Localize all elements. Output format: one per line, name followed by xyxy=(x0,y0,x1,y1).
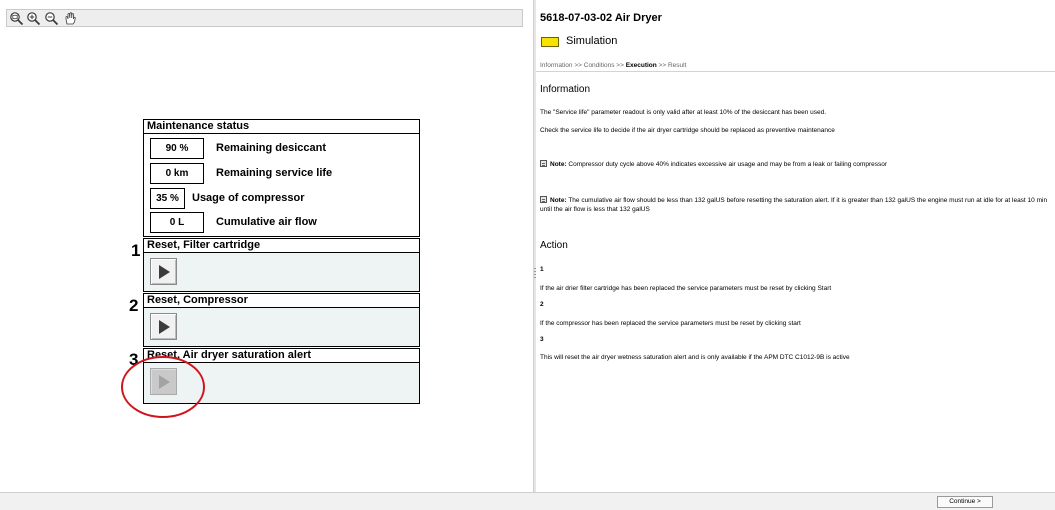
remaining-desiccant-label: Remaining desiccant xyxy=(216,142,327,154)
action-step-number-3: 3 xyxy=(540,336,544,343)
cumulative-air-flow-value: 0 L xyxy=(150,212,204,233)
document-title: 5618-07-03-02 Air Dryer xyxy=(540,12,662,24)
reset-compressor-panel: Reset, Compressor xyxy=(143,293,420,347)
action-step-number-1: 1 xyxy=(540,266,544,273)
breadcrumb-information[interactable]: Information xyxy=(540,62,573,69)
breadcrumb-execution: Execution xyxy=(625,62,657,69)
note-text: The cumulative air flow should be less t… xyxy=(540,197,1048,213)
note-icon xyxy=(540,196,547,203)
reset-filter-cartridge-panel: Reset, Filter cartridge xyxy=(143,238,420,292)
action-heading: Action xyxy=(540,240,568,251)
document-pane: 5618-07-03-02 Air Dryer Simulation Infor… xyxy=(536,0,1055,492)
zoom-fit-icon[interactable] xyxy=(9,11,24,26)
breadcrumb-separator: >> xyxy=(574,62,582,69)
play-icon xyxy=(159,265,170,279)
breadcrumb-divider xyxy=(536,71,1055,72)
maintenance-status-title: Maintenance status xyxy=(144,120,419,134)
reset-compressor-body xyxy=(144,308,419,346)
breadcrumb-result[interactable]: Result xyxy=(668,62,686,69)
zoom-out-icon[interactable] xyxy=(44,11,59,26)
note-label: Note: xyxy=(550,197,567,204)
action-step-text-1: If the air drier filter cartridge has be… xyxy=(540,285,832,292)
breadcrumb-conditions[interactable]: Conditions xyxy=(584,62,615,69)
note-cumulative-air-flow: Note: The cumulative air flow should be … xyxy=(540,196,1054,214)
usage-of-compressor-value: 35 % xyxy=(150,188,185,209)
information-para-1: The "Service life" parameter readout is … xyxy=(540,109,827,116)
play-icon xyxy=(159,320,170,334)
information-heading: Information xyxy=(540,84,591,95)
start-compressor-reset-button[interactable] xyxy=(150,313,177,340)
remaining-service-life-value: 0 km xyxy=(150,163,204,184)
maintenance-status-panel: Maintenance status 90 % Remaining desicc… xyxy=(143,119,420,237)
zoom-in-icon[interactable] xyxy=(26,11,41,26)
simulation-indicator-icon xyxy=(541,37,559,47)
breadcrumb-separator: >> xyxy=(658,62,667,69)
graphics-toolbar xyxy=(6,9,523,27)
note-icon xyxy=(540,160,547,167)
start-filter-cartridge-reset-button[interactable] xyxy=(150,258,177,285)
cumulative-air-flow-label: Cumulative air flow xyxy=(216,216,317,228)
remaining-service-life-label: Remaining service life xyxy=(216,167,333,179)
continue-button[interactable]: Continue > xyxy=(937,496,993,508)
breadcrumb-separator: >> xyxy=(616,62,624,69)
step-number-1: 1 xyxy=(131,241,141,260)
note-compressor-duty: Note: Compressor duty cycle above 40% in… xyxy=(540,160,1054,169)
reset-compressor-title: Reset, Compressor xyxy=(144,294,419,308)
remaining-desiccant-value: 90 % xyxy=(150,138,204,159)
step-number-2: 2 xyxy=(129,296,139,315)
note-text: Compressor duty cycle above 40% indicate… xyxy=(568,161,888,168)
highlight-circle xyxy=(121,356,205,418)
graphics-pane: Maintenance status 90 % Remaining desicc… xyxy=(0,0,533,492)
information-para-2: Check the service life to decide if the … xyxy=(540,127,835,134)
action-step-text-2: If the compressor has been replaced the … xyxy=(540,320,801,327)
bottom-bar: Continue > xyxy=(0,492,1055,510)
reset-filter-cartridge-body xyxy=(144,253,419,291)
note-label: Note: xyxy=(550,161,567,168)
action-step-number-2: 2 xyxy=(540,301,544,308)
reset-filter-cartridge-title: Reset, Filter cartridge xyxy=(144,239,419,253)
action-step-text-3: This will reset the air dryer wetness sa… xyxy=(540,354,850,361)
usage-of-compressor-label: Usage of compressor xyxy=(192,192,305,204)
simulation-label: Simulation xyxy=(566,35,618,47)
breadcrumb: Information >> Conditions >> Execution >… xyxy=(540,62,686,69)
pan-hand-icon[interactable] xyxy=(63,11,78,26)
